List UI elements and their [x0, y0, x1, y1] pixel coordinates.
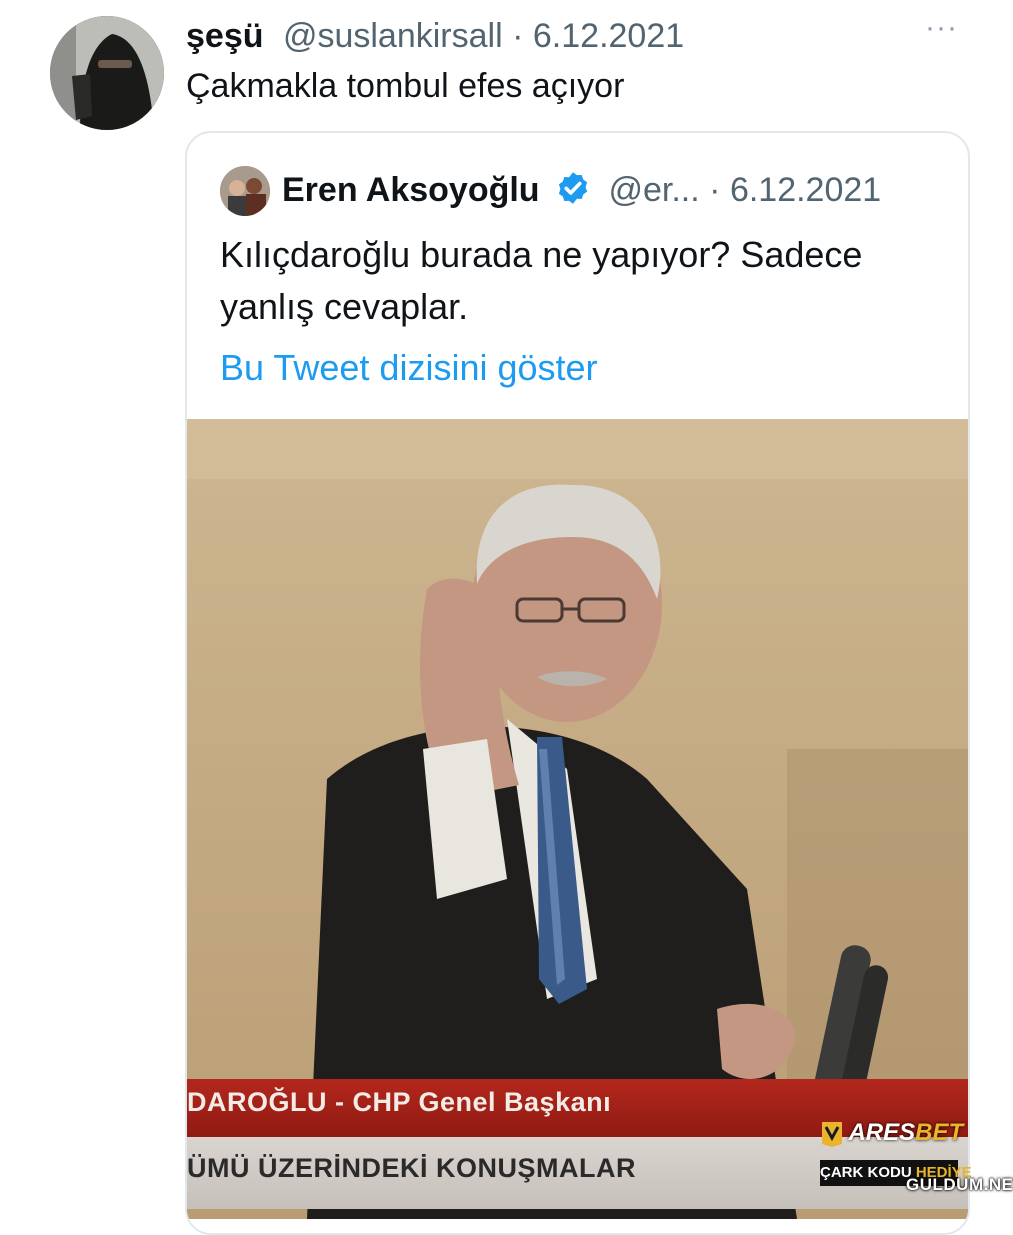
tweet: şeşü @suslankirsall · 6.12.2021 ··· Çakm… — [0, 0, 1013, 1235]
sponsor-logo-icon — [822, 1122, 842, 1147]
quoted-tweet-media[interactable]: DAROĞLU - CHP Genel Başkanı ÜMÜ ÜZERİNDE… — [187, 419, 968, 1219]
quoted-tweet-text: Kılıçdaroğlu burada ne yapıyor? Sadece y… — [220, 234, 863, 327]
lower-third-subtitle: ÜMÜ ÜZERİNDEKİ KONUŞMALAR — [187, 1153, 636, 1183]
author-name[interactable]: şeşü — [186, 17, 264, 55]
author-avatar[interactable] — [50, 16, 164, 130]
quoted-avatar-image — [220, 166, 270, 216]
site-watermark: GULDUM.NET — [906, 1175, 1013, 1194]
separator-dot: · — [512, 17, 524, 55]
sponsor-name: ARESBET — [848, 1119, 963, 1147]
quoted-author-avatar[interactable] — [220, 166, 270, 216]
quoted-tweet-header: Eren Aksoyoğlu @er... · 6.12.2021 — [282, 167, 962, 213]
show-thread-link[interactable]: Bu Tweet dizisini göster — [220, 343, 598, 393]
more-options-icon[interactable]: ··· — [925, 13, 965, 48]
quoted-author-name[interactable]: Eren Aksoyoğlu — [282, 171, 540, 209]
lower-third-name: DAROĞLU - CHP Genel Başkanı — [187, 1087, 612, 1117]
avatar-image — [50, 16, 164, 130]
verified-badge-icon — [558, 172, 588, 204]
quoted-separator-dot: · — [709, 171, 721, 209]
quoted-tweet-card[interactable]: Eren Aksoyoğlu @er... · 6.12.2021 Kılıçd… — [185, 131, 970, 1235]
sponsor-name-part1: ARES — [848, 1119, 916, 1146]
quoted-author-handle[interactable]: @er... — [608, 171, 699, 209]
sponsor-name-part2: BET — [915, 1119, 964, 1146]
sponsor-logo: ARESBET — [820, 1118, 970, 1158]
tweet-date[interactable]: 6.12.2021 — [533, 17, 684, 55]
tweet-text: Çakmakla tombul efes açıyor — [186, 67, 625, 105]
quoted-tweet-date[interactable]: 6.12.2021 — [730, 171, 881, 209]
promo-text-part1: ÇARK KODU — [820, 1164, 916, 1181]
author-handle[interactable]: @suslankirsall — [283, 17, 503, 55]
tweet-header: şeşü @suslankirsall · 6.12.2021 — [186, 14, 986, 58]
